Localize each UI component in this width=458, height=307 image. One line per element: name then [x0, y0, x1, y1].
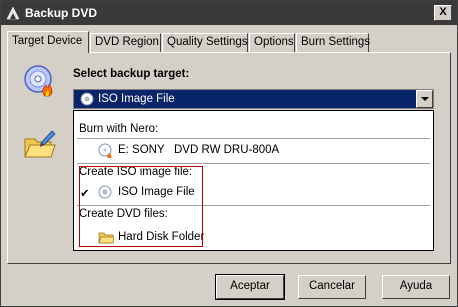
select-target-label: Select backup target: [73, 68, 190, 80]
divider [77, 138, 430, 139]
disc-flame-icon [98, 143, 112, 158]
tab-quality-settings[interactable]: Quality Settings [162, 33, 248, 52]
folder-edit-icon [24, 130, 56, 158]
drive-label: E: SONY [118, 144, 165, 156]
backup-target-select[interactable]: ISO Image File [73, 89, 434, 109]
tab-dvd-region[interactable]: DVD Region [90, 33, 161, 52]
tab-options[interactable]: Options [249, 33, 295, 52]
ok-button[interactable]: Aceptar [215, 274, 285, 300]
drive-model: DVD RW DRU-800A [174, 144, 280, 156]
burn-with-nero-header: Burn with Nero: [79, 123, 159, 135]
select-value: ISO Image File [98, 93, 175, 105]
divider [77, 163, 430, 164]
help-button[interactable]: Ayuda [382, 275, 450, 299]
tab-target-device[interactable]: Target Device [7, 31, 89, 53]
close-icon: X [439, 6, 447, 18]
tab-burn-settings[interactable]: Burn Settings [296, 33, 370, 52]
window-title: Backup DVD [25, 6, 98, 20]
chevron-down-icon[interactable] [416, 90, 433, 108]
title-bar[interactable]: Backup DVD X [1, 1, 457, 25]
dvd-flame-icon [24, 65, 53, 97]
backup-dvd-window: Backup DVD X Target Device DVD Region Qu… [0, 0, 458, 307]
cancel-button[interactable]: Cancelar [298, 275, 366, 299]
annotation-highlight-box [79, 166, 203, 247]
disc-icon [80, 92, 94, 106]
close-button[interactable]: X [434, 5, 452, 21]
dvd-backup-icon [6, 6, 20, 20]
